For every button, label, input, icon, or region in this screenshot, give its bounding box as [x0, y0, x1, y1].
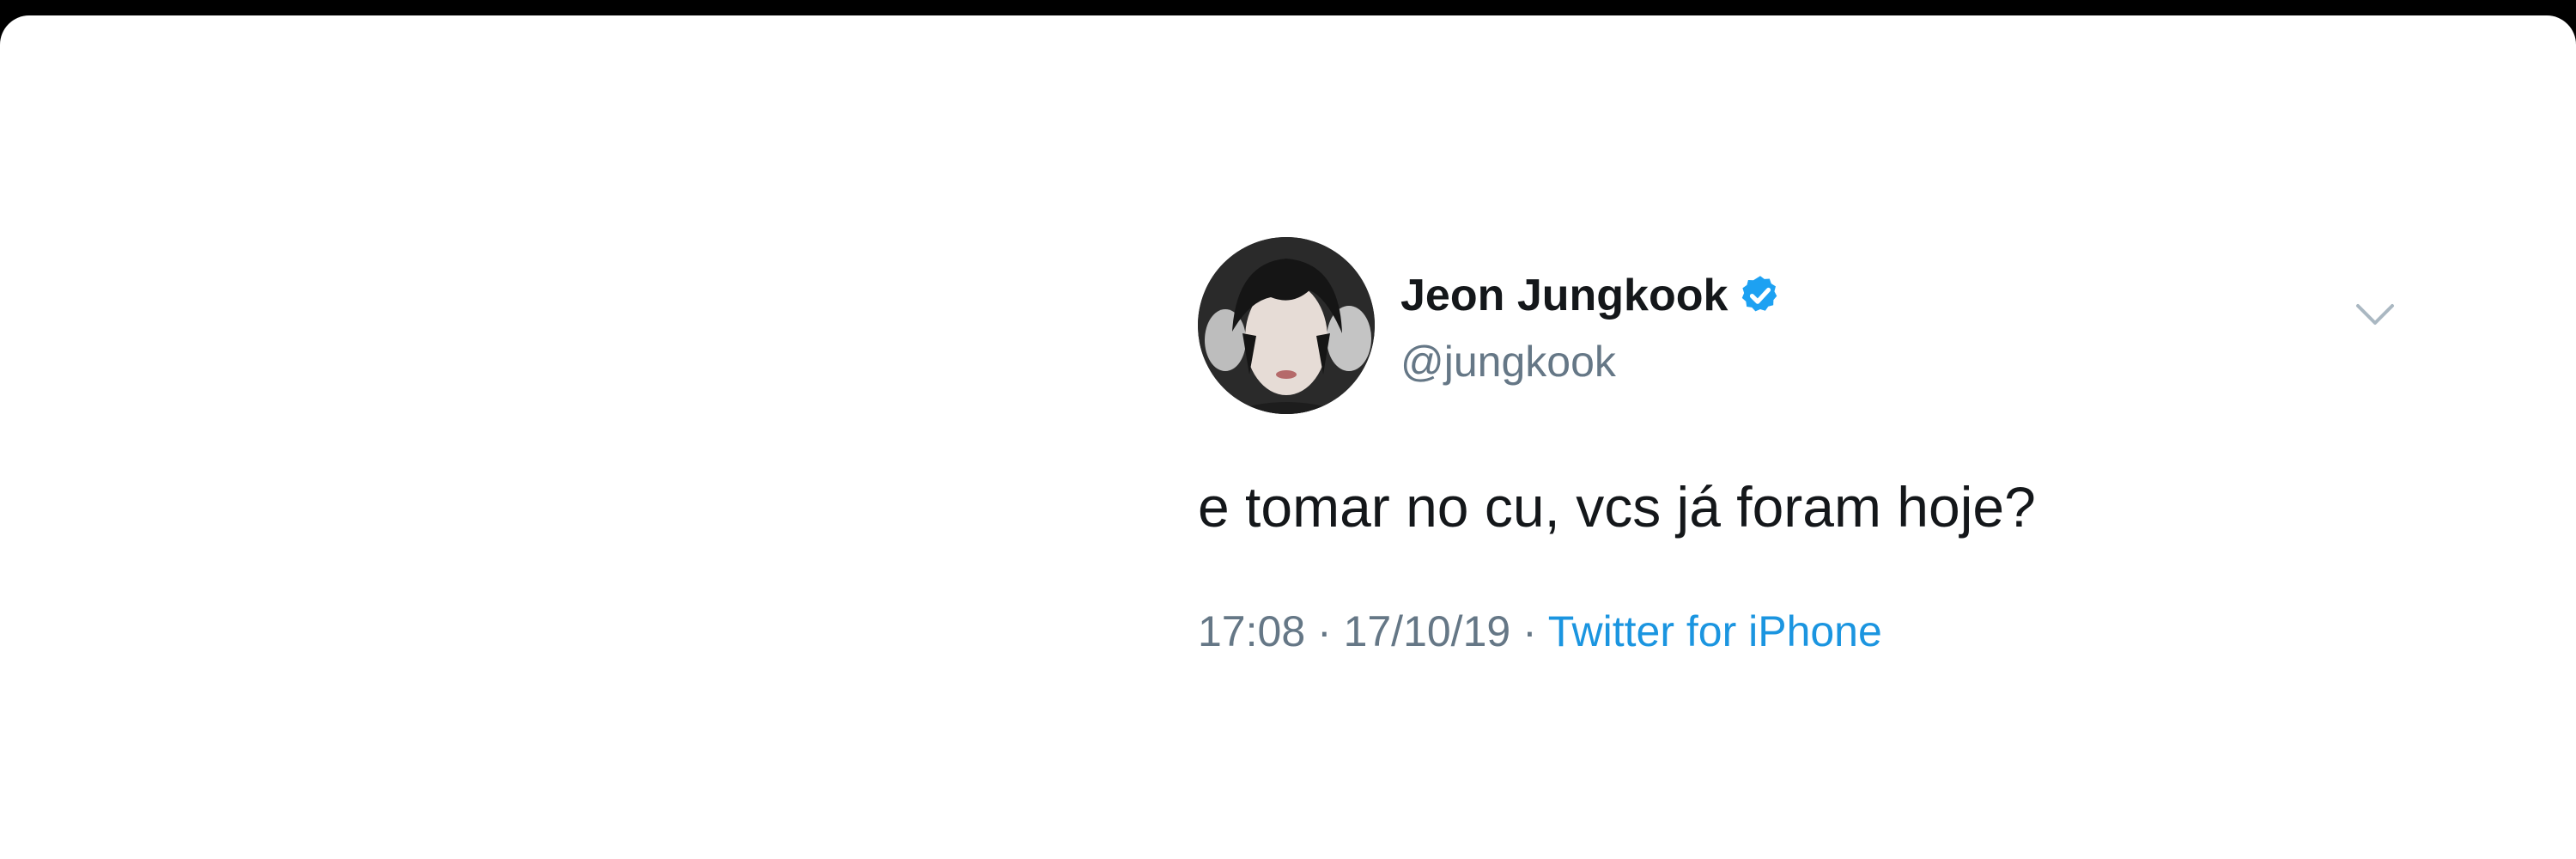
tweet-card: Jeon Jungkook @jungkook e tomar no cu, v… [1198, 222, 2400, 703]
screenshot-frame: Jeon Jungkook @jungkook e tomar no cu, v… [0, 15, 2576, 859]
tweet-date[interactable]: 17/10/19 [1344, 607, 1511, 655]
meta-separator: · [1305, 607, 1344, 655]
tweet-metadata: 17:08 · 17/10/19 · Twitter for iPhone [1198, 606, 1882, 656]
author-handle[interactable]: @jungkook [1400, 337, 1616, 387]
tweet-time[interactable]: 17:08 [1198, 607, 1305, 655]
chevron-down-icon[interactable] [2353, 297, 2397, 332]
verified-badge-icon [1742, 276, 1777, 312]
tweet-source-link[interactable]: Twitter for iPhone [1548, 607, 1882, 655]
meta-separator: · [1510, 607, 1548, 655]
author-name[interactable]: Jeon Jungkook [1400, 270, 1783, 321]
tweet-text: e tomar no cu, vcs já foram hoje? [1198, 475, 2036, 539]
display-name[interactable]: Jeon Jungkook [1400, 270, 1728, 321]
avatar[interactable] [1198, 237, 1375, 414]
